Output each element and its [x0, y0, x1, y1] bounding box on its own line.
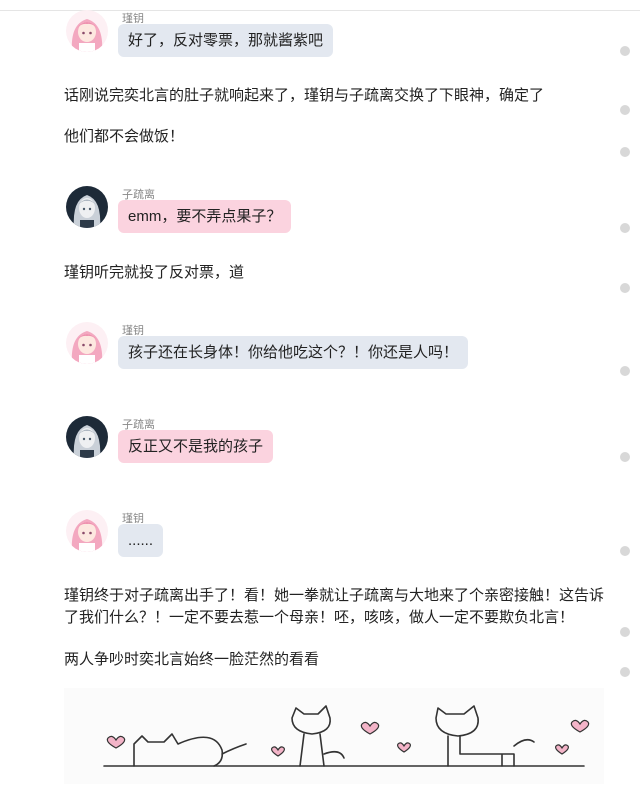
pink-hair-girl-avatar[interactable] — [66, 322, 108, 364]
story-paragraph: 两人争吵时奕北言始终一脸茫然的看看 — [64, 651, 320, 668]
pink-hair-girl-avatar[interactable] — [66, 510, 108, 552]
scroll-indicator-dot[interactable] — [620, 147, 630, 157]
scroll-indicator-dot[interactable] — [620, 546, 630, 556]
scroll-indicator-dot[interactable] — [620, 105, 630, 115]
message-bubble: ...... — [118, 524, 164, 557]
silver-hair-boy-avatar[interactable] — [66, 186, 108, 228]
story-paragraph: 瑾钥听完就投了反对票，道 — [64, 264, 245, 281]
story-paragraph: 话刚说完奕北言的肚子就响起来了，瑾钥与子疏离交换了下眼神，确定了 — [64, 87, 545, 104]
scroll-indicator-dot[interactable] — [620, 627, 630, 637]
scroll-indicator-dot[interactable] — [620, 283, 630, 293]
scroll-indicator-dot[interactable] — [620, 366, 630, 376]
message-bubble: emm，要不弄点果子？ — [118, 200, 292, 233]
scroll-indicator-dot[interactable] — [620, 452, 630, 462]
scroll-indicator-dot[interactable] — [620, 46, 630, 56]
message-bubble: 反正又不是我的孩子 — [118, 430, 274, 463]
pink-hair-girl-avatar[interactable] — [66, 10, 108, 52]
scroll-indicator-dot[interactable] — [620, 667, 630, 677]
top-divider — [0, 10, 640, 11]
doodle-cats-and-hearts-illustration — [64, 688, 604, 784]
story-paragraph: 他们都不会做饭！ — [64, 128, 185, 145]
message-bubble: 好了，反对零票，那就酱紫吧 — [118, 24, 334, 57]
message-bubble: 孩子还在长身体！你给他吃这个？！你还是人吗！ — [118, 336, 469, 369]
scroll-indicator-dot[interactable] — [620, 223, 630, 233]
story-paragraph: 瑾钥终于对子疏离出手了！看！她一拳就让子疏离与大地来了个亲密接触！这告诉了我们什… — [64, 587, 605, 626]
silver-hair-boy-avatar[interactable] — [66, 416, 108, 458]
